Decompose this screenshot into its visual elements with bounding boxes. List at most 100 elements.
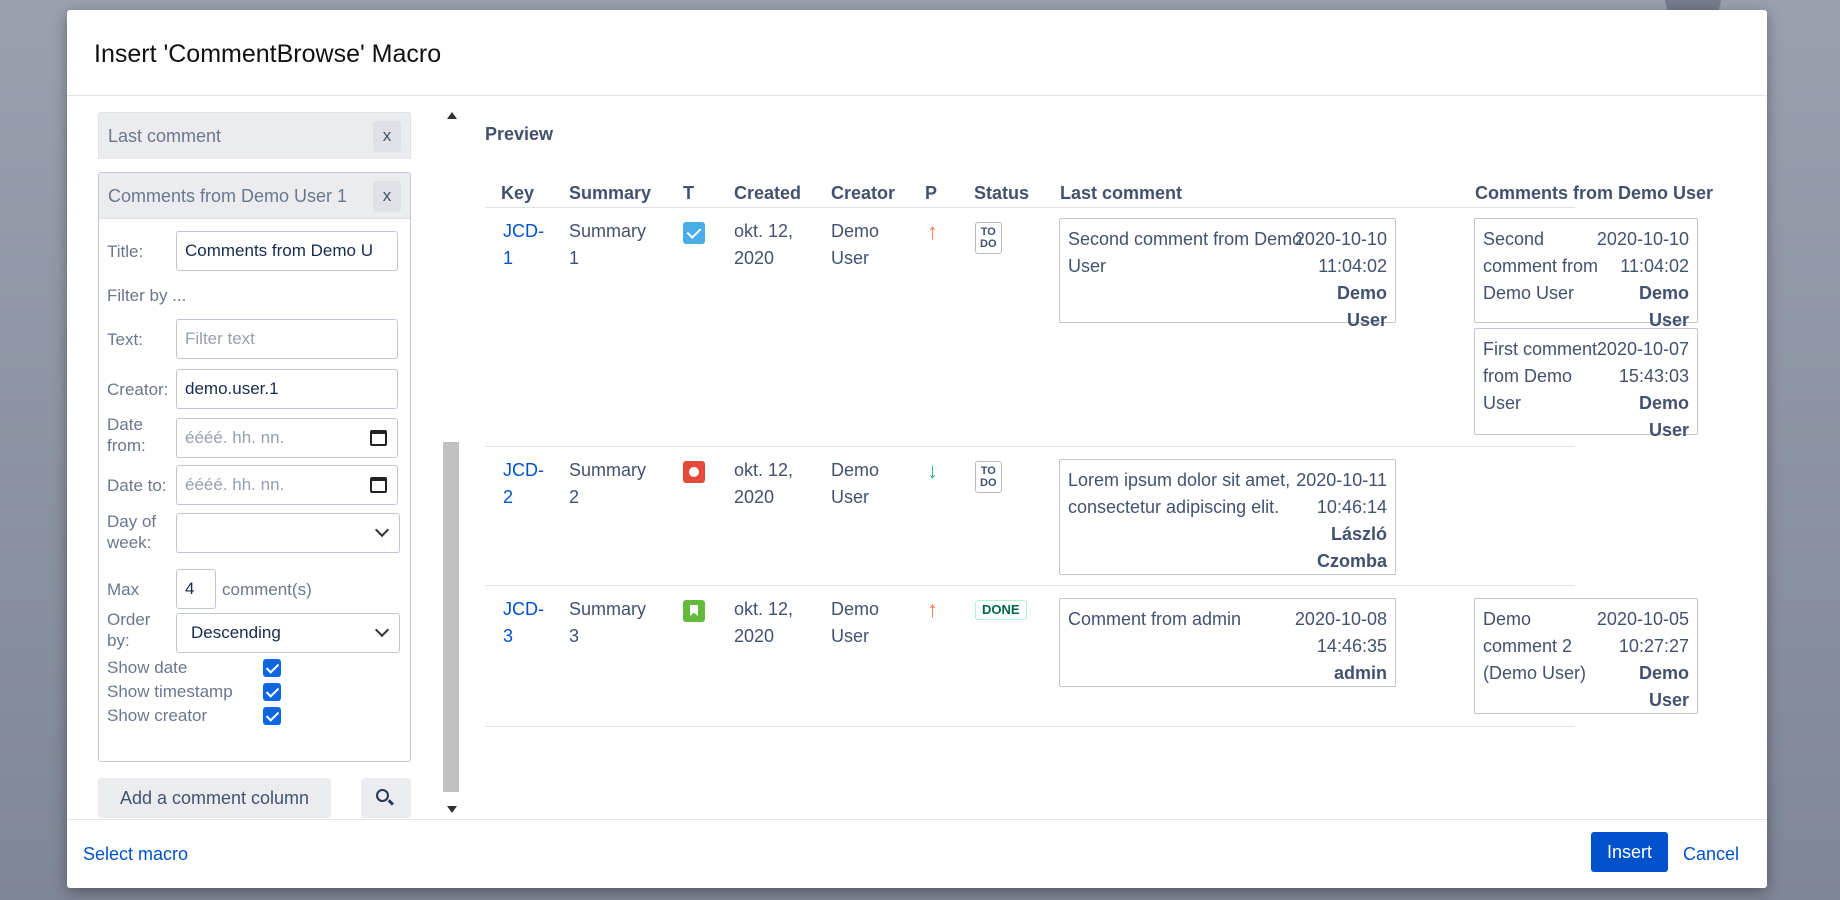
- status-badge: TO DO: [975, 222, 1002, 254]
- column-header-summary[interactable]: Summary: [569, 183, 651, 204]
- comment-meta: 2020-10-07 15:43:03 Demo User: [1596, 339, 1689, 440]
- priority-high-icon: ↑: [927, 597, 938, 622]
- order-by-value: Descending: [191, 623, 281, 642]
- status-badge: DONE: [975, 600, 1027, 620]
- scrollbar-thumb[interactable]: [443, 442, 459, 792]
- scroll-up-arrow-icon[interactable]: [447, 112, 457, 119]
- issue-key-link[interactable]: JCD- 3: [503, 596, 544, 650]
- comment-meta: 2020-10-10 11:04:02 Demo User: [1294, 229, 1387, 330]
- title-label: Title:: [107, 242, 144, 261]
- column-header-priority[interactable]: P: [925, 183, 937, 204]
- date-to-label: Date to:: [107, 476, 167, 495]
- created-cell: okt. 12, 2020: [734, 460, 794, 507]
- filter-text-input[interactable]: Filter text: [176, 319, 398, 359]
- summary-cell: Summary 2: [569, 460, 647, 507]
- column-card-title: Comments from Demo User 1: [108, 186, 348, 206]
- date-from-placeholder: éééé. hh. nn.: [185, 428, 285, 447]
- status-badge: TO DO: [975, 461, 1002, 493]
- remove-column-button[interactable]: x: [373, 181, 401, 212]
- row-divider: [485, 446, 1575, 447]
- text-label: Text:: [107, 330, 143, 349]
- task-type-icon: [683, 222, 705, 244]
- bug-type-icon: [683, 461, 705, 483]
- summary-cell: Summary 3: [569, 599, 647, 646]
- dialog-footer: [67, 819, 1767, 888]
- comment-text: First comment from Demo User: [1483, 339, 1598, 413]
- show-date-checkbox[interactable]: [263, 659, 281, 677]
- last-comment-box: Second comment from Demo User 2020-10-10 …: [1059, 218, 1396, 330]
- column-card-header[interactable]: Comments from Demo User 1 x: [99, 173, 410, 219]
- max-input[interactable]: 4: [176, 569, 216, 609]
- column-header-created[interactable]: Created: [734, 183, 801, 204]
- calendar-icon[interactable]: [370, 477, 387, 493]
- column-card-demo-user: Comments from Demo User 1 x Title: Comme…: [98, 172, 411, 762]
- show-timestamp-label: Show timestamp: [107, 682, 233, 701]
- dialog-title: Insert 'CommentBrowse' Macro: [94, 40, 442, 68]
- day-of-week-select[interactable]: [176, 513, 400, 553]
- creator-cell: Demo User: [831, 221, 880, 268]
- comment-text: Comment from admin: [1068, 609, 1242, 629]
- day-of-week-label: Day of week:: [107, 512, 157, 552]
- column-header-creator[interactable]: Creator: [831, 183, 895, 204]
- demo-comment-box: First comment from Demo User 2020-10-07 15…: [1474, 328, 1698, 440]
- column-header-last-comment[interactable]: Last comment: [1060, 183, 1182, 204]
- story-type-icon: [683, 600, 705, 622]
- calendar-icon[interactable]: [370, 430, 387, 446]
- add-column-button[interactable]: Add a comment column: [98, 778, 331, 818]
- dialog-header: Insert 'CommentBrowse' Macro: [67, 10, 1767, 96]
- comment-meta: 2020-10-08 14:46:35 admin: [1294, 609, 1387, 683]
- cancel-button[interactable]: Cancel: [1683, 844, 1739, 865]
- column-card-title: Last comment: [108, 126, 222, 146]
- priority-high-icon: ↑: [927, 219, 938, 244]
- comment-text: Demo comment 2 (Demo User): [1483, 609, 1587, 683]
- issue-key-link[interactable]: JCD- 2: [503, 457, 544, 511]
- row-divider: [485, 585, 1575, 586]
- show-timestamp-checkbox[interactable]: [263, 683, 281, 701]
- column-header-comments-demo-user[interactable]: Comments from Demo User: [1475, 183, 1713, 204]
- creator-cell: Demo User: [831, 460, 880, 507]
- column-config-panel: Last comment x Comments from Demo User 1…: [67, 96, 457, 819]
- date-from-input[interactable]: éééé. hh. nn.: [176, 418, 398, 458]
- column-header-type[interactable]: T: [683, 183, 694, 204]
- last-comment-box: Comment from admin 2020-10-08 14:46:35 a…: [1059, 598, 1396, 687]
- chevron-down-icon: [374, 522, 390, 538]
- demo-comment-box: Second comment from Demo User 2020-10-10 1…: [1474, 218, 1698, 330]
- comment-meta: 2020-10-05 10:27:27 Demo User: [1596, 609, 1689, 710]
- title-input[interactable]: Comments from Demo U: [176, 231, 398, 271]
- search-icon: [376, 789, 389, 802]
- demo-comment-box: Demo comment 2 (Demo User) 2020-10-05 10:2…: [1474, 598, 1698, 714]
- last-comment-box: Lorem ipsum dolor sit amet, consectetur a…: [1059, 459, 1396, 575]
- row-divider: [485, 726, 1575, 727]
- insert-button[interactable]: Insert: [1591, 832, 1668, 872]
- column-header-key[interactable]: Key: [501, 183, 534, 204]
- show-creator-checkbox[interactable]: [263, 707, 281, 725]
- column-header-status[interactable]: Status: [974, 183, 1029, 204]
- order-by-label: Order by:: [107, 610, 151, 650]
- priority-low-icon: ↓: [927, 458, 938, 483]
- select-macro-link[interactable]: Select macro: [83, 844, 188, 865]
- show-date-label: Show date: [107, 658, 188, 677]
- remove-column-button[interactable]: x: [373, 121, 401, 152]
- filter-by-label: Filter by ...: [107, 286, 187, 305]
- comment-text: Lorem ipsum dolor sit amet, consectetur a…: [1068, 470, 1291, 517]
- max-suffix: comment(s): [222, 580, 312, 599]
- summary-cell: Summary 1: [569, 221, 647, 268]
- scroll-down-arrow-icon[interactable]: [447, 806, 457, 813]
- creator-input[interactable]: demo.user.1: [176, 369, 398, 409]
- comment-meta: 2020-10-10 11:04:02 Demo User: [1596, 229, 1689, 330]
- comment-text: Second comment from Demo User: [1068, 229, 1303, 276]
- date-to-placeholder: éééé. hh. nn.: [185, 475, 285, 494]
- issue-key-link[interactable]: JCD- 1: [503, 218, 544, 272]
- comment-meta: 2020-10-11 10:46:14 László Czomba: [1296, 470, 1387, 571]
- date-to-input[interactable]: éééé. hh. nn.: [176, 465, 398, 505]
- date-from-label: Date from:: [107, 415, 146, 455]
- column-card-last-comment[interactable]: Last comment x: [98, 112, 411, 159]
- header-divider: [485, 207, 1575, 208]
- max-label: Max: [107, 580, 140, 599]
- comment-text: Second comment from Demo User: [1483, 229, 1599, 303]
- order-by-select[interactable]: Descending: [176, 613, 400, 653]
- search-button[interactable]: [361, 778, 411, 818]
- macro-dialog: Insert 'CommentBrowse' Macro Last commen…: [67, 10, 1767, 888]
- preview-title: Preview: [485, 124, 554, 144]
- chevron-down-icon: [374, 622, 390, 638]
